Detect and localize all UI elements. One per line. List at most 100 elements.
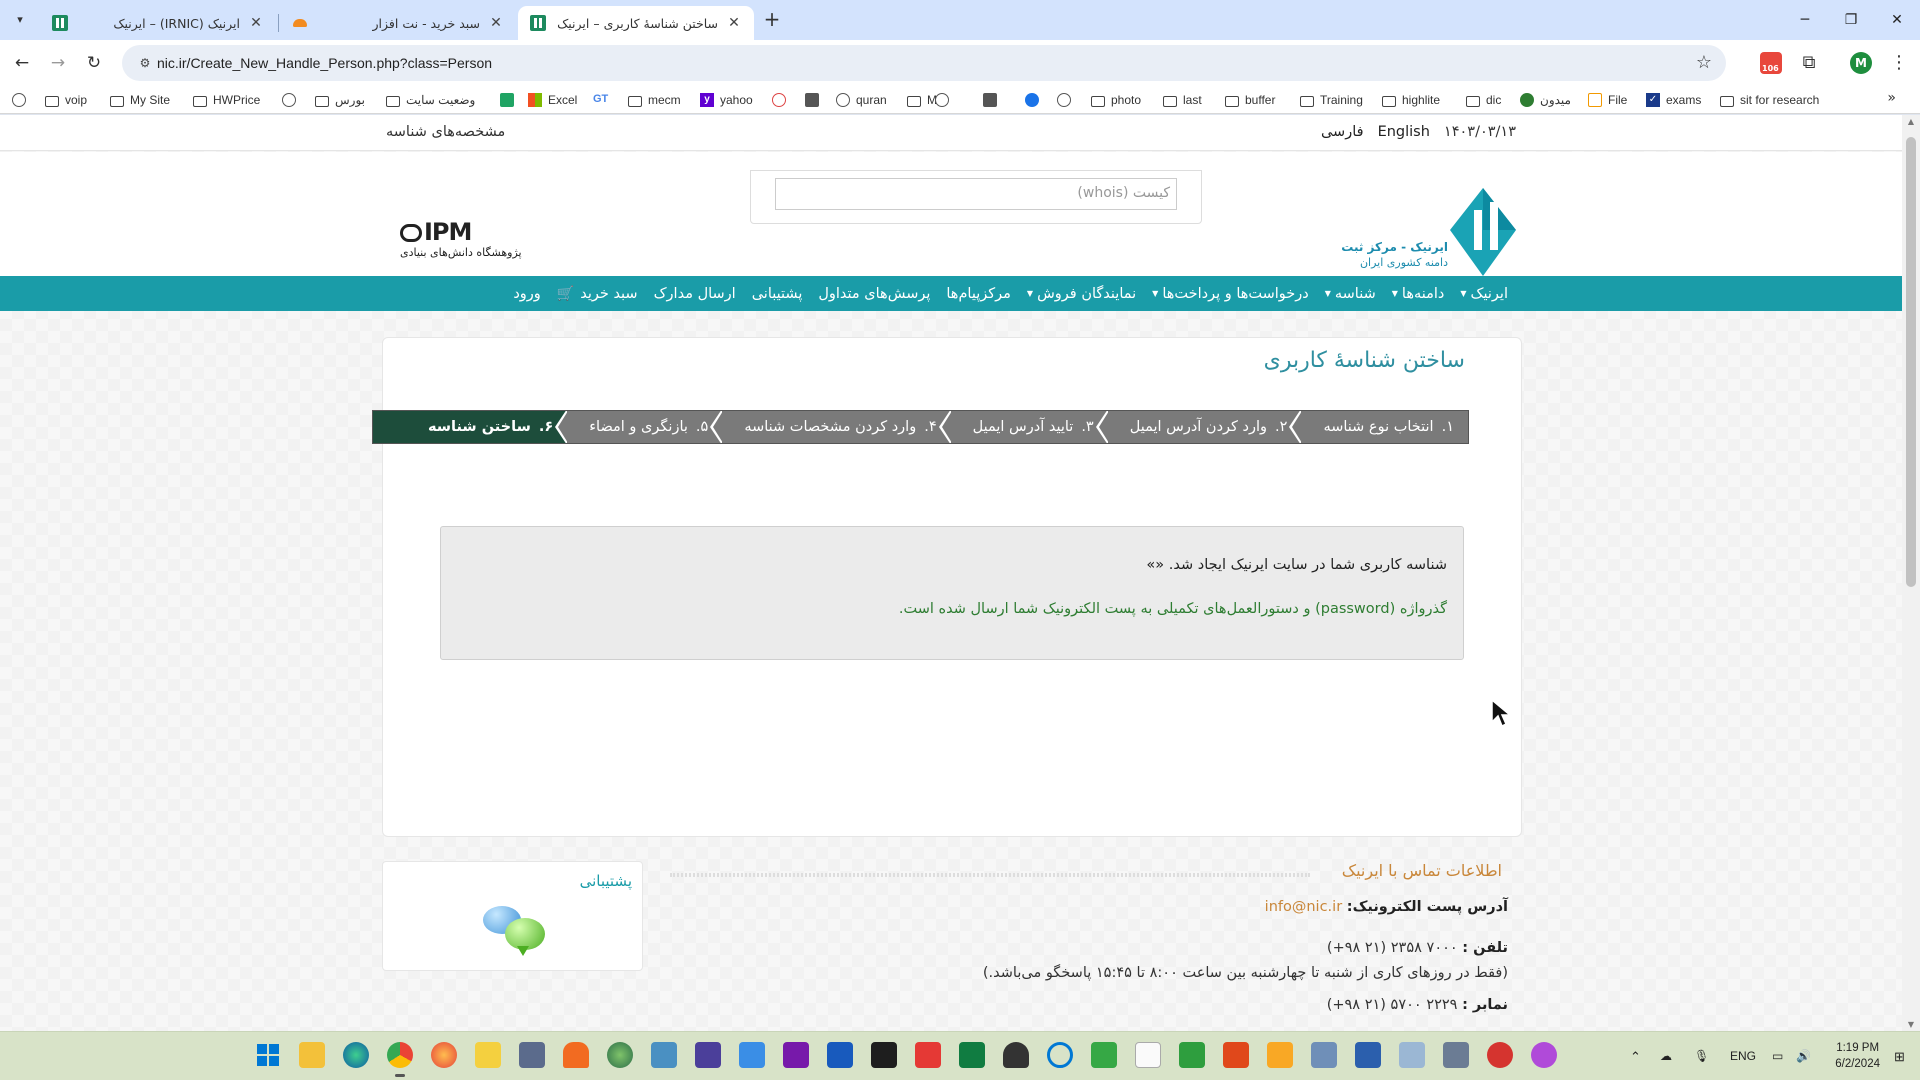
bookmark-item[interactable]: File xyxy=(1588,90,1627,110)
close-tab-icon[interactable]: ✕ xyxy=(726,15,742,31)
new-tab-button[interactable]: + xyxy=(758,8,786,32)
bookmark-item[interactable]: GT xyxy=(593,90,614,110)
scroll-up-icon[interactable]: ▲ xyxy=(1902,117,1920,126)
minimize-button[interactable]: ─ xyxy=(1790,8,1820,32)
bookmark-item[interactable]: photo xyxy=(1091,90,1141,110)
nav-item[interactable]: شناسه ▼ xyxy=(1317,286,1384,302)
monitor-app-icon[interactable] xyxy=(1311,1042,1337,1068)
bookmark-item[interactable]: ✓ exams xyxy=(1646,90,1701,110)
display-icon[interactable]: ▭ xyxy=(1772,1032,1783,1080)
tab-create-handle[interactable]: ساختن شناسهٔ کاربری – ایرنیک ✕ xyxy=(518,6,754,40)
profile-avatar[interactable]: M xyxy=(1850,52,1872,74)
cam-app-icon[interactable] xyxy=(1223,1042,1249,1068)
teams-icon[interactable] xyxy=(695,1042,721,1068)
bookmark-item[interactable]: بورس xyxy=(315,90,365,110)
scrollbar-thumb[interactable] xyxy=(1906,137,1916,587)
farsi-link[interactable]: فارسی xyxy=(1321,124,1364,140)
ipm-logo[interactable]: IPM پژوهشگاه دانش‌های بنیادی xyxy=(400,218,522,259)
anydesk-icon[interactable] xyxy=(915,1042,941,1068)
excel-icon[interactable] xyxy=(959,1042,985,1068)
notification-icon[interactable]: ⊞ xyxy=(1894,1032,1905,1080)
bookmark-item[interactable]: میدون xyxy=(1520,90,1571,110)
bookmark-item[interactable] xyxy=(12,90,32,110)
network-tool-icon[interactable] xyxy=(651,1042,677,1068)
whois-search-input[interactable]: کیست (whois) xyxy=(775,178,1177,210)
volume-icon[interactable]: 🔊 xyxy=(1796,1032,1811,1080)
english-link[interactable]: English xyxy=(1378,124,1430,140)
reload-button[interactable]: ↻ xyxy=(82,51,106,75)
bookmark-item[interactable]: dic xyxy=(1466,90,1501,110)
close-window-button[interactable]: ✕ xyxy=(1882,8,1912,32)
nav-item[interactable]: مرکزپیام‌ها xyxy=(938,286,1019,302)
nav-item[interactable]: ایرنیک ▼ xyxy=(1452,286,1516,302)
bookmark-star-icon[interactable]: ☆ xyxy=(1696,52,1712,73)
player-icon[interactable] xyxy=(475,1042,501,1068)
rdp-icon[interactable] xyxy=(739,1042,765,1068)
close-tab-icon[interactable]: ✕ xyxy=(248,15,264,31)
page-scrollbar[interactable]: ▲ ▼ xyxy=(1902,115,1920,1031)
extensions-icon[interactable]: ⧉ xyxy=(1798,52,1820,74)
bookmark-item[interactable]: وضعیت سایت xyxy=(386,90,475,110)
sync-icon[interactable] xyxy=(1047,1042,1073,1068)
back-button[interactable]: ← xyxy=(10,51,34,75)
lock-app-icon[interactable] xyxy=(1003,1042,1029,1068)
system-clock[interactable]: 1:19 PM 6/2/2024 xyxy=(1835,1040,1880,1072)
camtasia-icon[interactable] xyxy=(1179,1042,1205,1068)
office-app-icon[interactable] xyxy=(563,1042,589,1068)
bookmark-item[interactable]: M xyxy=(907,90,937,110)
nav-item[interactable]: پشتیبانی xyxy=(744,286,811,302)
tab-cart[interactable]: سبد خرید - نت افزار ✕ xyxy=(280,6,516,40)
email-link[interactable]: info@nic.ir xyxy=(1265,899,1342,915)
notepad-icon[interactable] xyxy=(1135,1042,1161,1068)
nav-item[interactable]: نمایندگان فروش ▼ xyxy=(1019,286,1144,302)
calendar-extension-icon[interactable]: 106 xyxy=(1760,52,1782,74)
support-widget[interactable]: پشتیبانی xyxy=(382,861,643,971)
nav-item[interactable]: درخواست‌ها و پرداخت‌ها ▼ xyxy=(1144,286,1317,302)
irnic-logo[interactable]: ایرنیک - مرکز ثبت دامنه کشوری ایران xyxy=(1340,184,1520,280)
remote-tool-icon[interactable] xyxy=(519,1042,545,1068)
bookmark-item[interactable]: Training xyxy=(1300,90,1363,110)
bookmark-item[interactable] xyxy=(983,90,1003,110)
browser-menu-icon[interactable]: ⋮ xyxy=(1888,52,1910,74)
nav-item[interactable]: سبد خرید 🛒 xyxy=(549,286,646,302)
presentation-icon[interactable] xyxy=(1091,1042,1117,1068)
show-hidden-icons[interactable]: ⌃ xyxy=(1630,1032,1641,1080)
close-tab-icon[interactable]: ✕ xyxy=(488,15,504,31)
bookmark-item[interactable]: last xyxy=(1163,90,1202,110)
bookmark-item[interactable] xyxy=(500,90,520,110)
onenote-icon[interactable] xyxy=(783,1042,809,1068)
network-manager-icon[interactable] xyxy=(1399,1042,1425,1068)
terminal-icon[interactable] xyxy=(871,1042,897,1068)
bookmark-item[interactable] xyxy=(772,90,792,110)
tab-irnic[interactable]: ایرنیک (IRNIC) – ایرنیک ✕ xyxy=(40,6,276,40)
handle-details-link[interactable]: مشخصه‌های شناسه xyxy=(386,124,505,140)
chrome-icon[interactable] xyxy=(387,1042,413,1077)
bookmark-item[interactable]: highlite xyxy=(1382,90,1440,110)
tab-search-button[interactable]: ▾ xyxy=(8,8,32,32)
forward-button[interactable]: → xyxy=(46,51,70,75)
nav-item[interactable]: پرسش‌های متداول xyxy=(810,286,938,302)
red-app-icon[interactable] xyxy=(1487,1042,1513,1068)
calculator-icon[interactable] xyxy=(1443,1042,1469,1068)
nav-item[interactable]: دامنه‌ها ▼ xyxy=(1384,286,1453,302)
start-icon[interactable] xyxy=(255,1042,281,1068)
bookmark-item[interactable]: quran xyxy=(836,90,887,110)
bookmark-item[interactable]: buffer xyxy=(1225,90,1275,110)
notes-icon[interactable] xyxy=(1355,1042,1381,1068)
orange-app-icon[interactable] xyxy=(1267,1042,1293,1068)
bookmark-item[interactable]: sit for research xyxy=(1720,90,1819,110)
bookmark-item[interactable]: Excel xyxy=(528,90,577,110)
onedrive-icon[interactable]: ☁ xyxy=(1660,1032,1672,1080)
bookmark-item[interactable]: y yahoo xyxy=(700,90,753,110)
bookmark-item[interactable] xyxy=(935,90,955,110)
scroll-down-icon[interactable]: ▼ xyxy=(1902,1020,1920,1029)
restore-button[interactable]: ❐ xyxy=(1836,8,1866,32)
bookmark-item[interactable] xyxy=(1025,90,1045,110)
globe-app-icon[interactable] xyxy=(607,1042,633,1068)
file-explorer-icon[interactable] xyxy=(299,1042,325,1068)
word-icon[interactable] xyxy=(827,1042,853,1068)
bookmark-item[interactable]: HWPrice xyxy=(193,90,260,110)
bookmark-item[interactable]: My Site xyxy=(110,90,170,110)
purple-app-icon[interactable] xyxy=(1531,1042,1557,1068)
bookmark-item[interactable] xyxy=(1057,90,1077,110)
